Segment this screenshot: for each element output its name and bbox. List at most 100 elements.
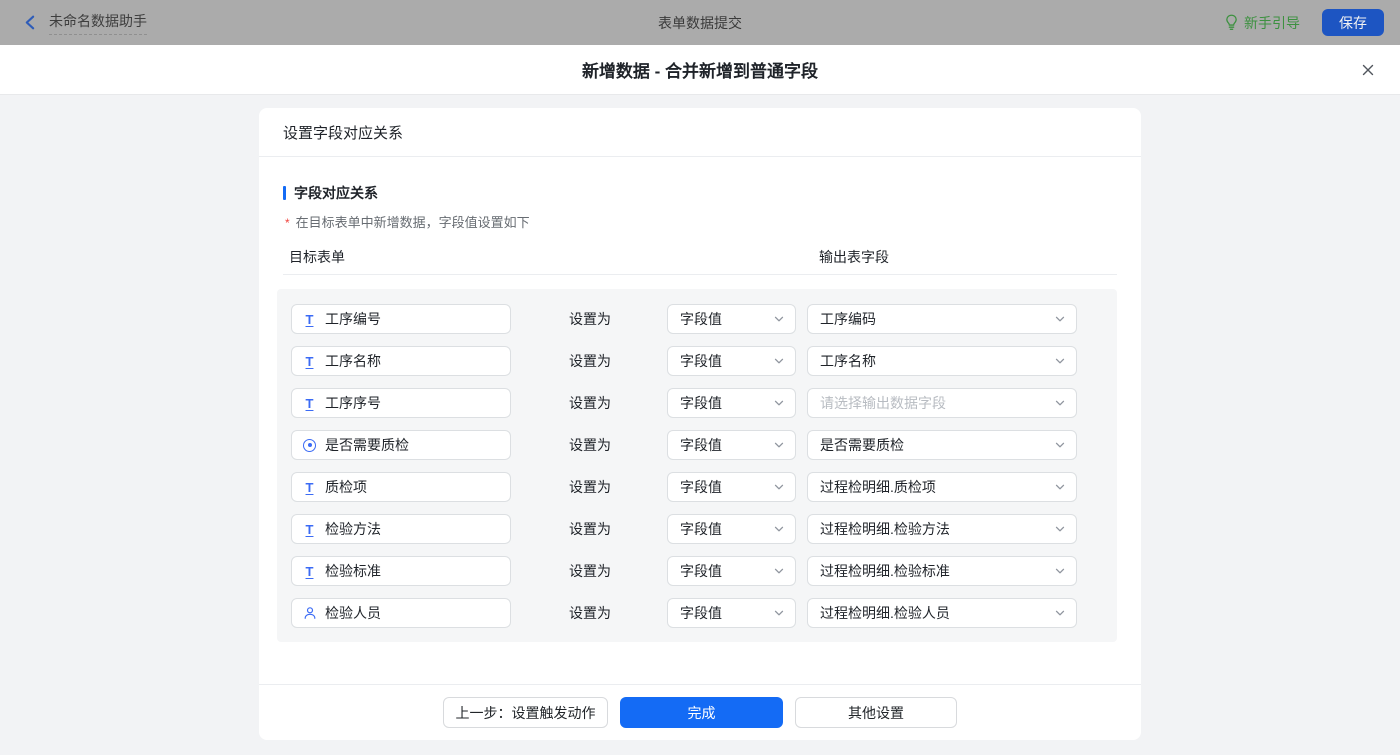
set-as-label: 设置为 xyxy=(569,603,625,623)
output-field-select[interactable]: 过程检明细.质检项 xyxy=(807,472,1077,502)
chevron-down-icon xyxy=(773,439,785,451)
text-field-icon: T xyxy=(302,523,317,536)
text-field-icon: T xyxy=(302,565,317,578)
section-note-text: 在目标表单中新增数据，字段值设置如下 xyxy=(296,212,530,231)
text-field-icon: T xyxy=(302,355,317,368)
mapping-rows-panel: T 工序编号 设置为 字段值 工序编码 T 工序名称 设置为 字段值 xyxy=(277,289,1117,642)
output-field-select[interactable]: 工序名称 xyxy=(807,346,1077,376)
set-as-label: 设置为 xyxy=(569,351,625,371)
mapping-row: T 工序名称 设置为 字段值 工序名称 xyxy=(277,346,1117,376)
assistant-name[interactable]: 未命名数据助手 xyxy=(49,11,147,35)
target-field-box[interactable]: 检验人员 xyxy=(291,598,511,628)
mapping-row: T 质检项 设置为 字段值 过程检明细.质检项 xyxy=(277,472,1117,502)
mapping-row: T 检验方法 设置为 字段值 过程检明细.检验方法 xyxy=(277,514,1117,544)
chevron-down-icon xyxy=(1054,481,1066,493)
column-header-output: 输出表字段 xyxy=(819,247,889,267)
chevron-down-icon xyxy=(773,523,785,535)
dialog-body: 设置字段对应关系 字段对应关系 * 在目标表单中新增数据，字段值设置如下 目标表… xyxy=(0,108,1400,755)
dialog-footer: 上一步：设置触发动作 完成 其他设置 xyxy=(259,684,1141,740)
lightbulb-icon xyxy=(1224,14,1239,31)
text-field-icon: T xyxy=(302,481,317,494)
done-button[interactable]: 完成 xyxy=(620,697,783,728)
page-title: 表单数据提交 xyxy=(0,13,1400,33)
section-title-label: 字段对应关系 xyxy=(294,183,378,203)
set-as-label: 设置为 xyxy=(569,309,625,329)
mapping-row: T 工序序号 设置为 字段值 请选择输出数据字段 xyxy=(277,388,1117,418)
output-field-value: 过程检明细.检验人员 xyxy=(820,603,1054,623)
top-bar: 未命名数据助手 表单数据提交 新手引导 保存 xyxy=(0,0,1400,45)
set-as-label: 设置为 xyxy=(569,435,625,455)
set-as-label: 设置为 xyxy=(569,561,625,581)
value-mode-value: 字段值 xyxy=(680,393,773,413)
field-mapping-card: 设置字段对应关系 字段对应关系 * 在目标表单中新增数据，字段值设置如下 目标表… xyxy=(259,108,1141,740)
value-mode-value: 字段值 xyxy=(680,309,773,329)
chevron-down-icon xyxy=(1054,607,1066,619)
mapping-row: T 工序编号 设置为 字段值 工序编码 xyxy=(277,304,1117,334)
target-field-label: 工序编号 xyxy=(325,309,381,329)
mapping-row: 检验人员 设置为 字段值 过程检明细.检验人员 xyxy=(277,598,1117,628)
target-field-box[interactable]: T 工序编号 xyxy=(291,304,511,334)
target-field-box[interactable]: T 检验标准 xyxy=(291,556,511,586)
output-field-select[interactable]: 请选择输出数据字段 xyxy=(807,388,1077,418)
chevron-down-icon xyxy=(1054,523,1066,535)
output-field-select[interactable]: 过程检明细.检验标准 xyxy=(807,556,1077,586)
value-mode-select[interactable]: 字段值 xyxy=(667,556,796,586)
value-mode-select[interactable]: 字段值 xyxy=(667,304,796,334)
back-button[interactable] xyxy=(22,14,39,31)
value-mode-select[interactable]: 字段值 xyxy=(667,514,796,544)
other-settings-button[interactable]: 其他设置 xyxy=(795,697,957,728)
target-field-box[interactable]: T 检验方法 xyxy=(291,514,511,544)
set-as-label: 设置为 xyxy=(569,519,625,539)
column-headers: 目标表单 输出表字段 xyxy=(283,247,1117,267)
mapping-row: T 检验标准 设置为 字段值 过程检明细.检验标准 xyxy=(277,556,1117,586)
chevron-down-icon xyxy=(773,313,785,325)
chevron-down-icon xyxy=(1054,397,1066,409)
required-asterisk: * xyxy=(285,216,290,230)
header-divider xyxy=(283,274,1117,275)
chevron-down-icon xyxy=(1054,313,1066,325)
previous-step-button[interactable]: 上一步：设置触发动作 xyxy=(443,697,608,728)
target-field-label: 工序序号 xyxy=(325,393,381,413)
value-mode-select[interactable]: 字段值 xyxy=(667,598,796,628)
card-header-title: 设置字段对应关系 xyxy=(259,108,1141,157)
target-field-label: 工序名称 xyxy=(325,351,381,371)
value-mode-select[interactable]: 字段值 xyxy=(667,388,796,418)
value-mode-value: 字段值 xyxy=(680,477,773,497)
value-mode-value: 字段值 xyxy=(680,351,773,371)
mapping-row: 是否需要质检 设置为 字段值 是否需要质检 xyxy=(277,430,1117,460)
target-field-box[interactable]: T 工序序号 xyxy=(291,388,511,418)
chevron-down-icon xyxy=(1054,565,1066,577)
output-field-select[interactable]: 工序编码 xyxy=(807,304,1077,334)
person-icon xyxy=(302,606,317,620)
beginner-guide-link[interactable]: 新手引导 xyxy=(1224,13,1300,33)
chevron-down-icon xyxy=(773,565,785,577)
target-field-label: 检验方法 xyxy=(325,519,381,539)
target-field-box[interactable]: T 工序名称 xyxy=(291,346,511,376)
chevron-down-icon xyxy=(1054,355,1066,367)
output-field-select[interactable]: 过程检明细.检验人员 xyxy=(807,598,1077,628)
target-field-box[interactable]: T 质检项 xyxy=(291,472,511,502)
set-as-label: 设置为 xyxy=(569,477,625,497)
output-field-select[interactable]: 是否需要质检 xyxy=(807,430,1077,460)
value-mode-select[interactable]: 字段值 xyxy=(667,472,796,502)
output-field-value: 过程检明细.质检项 xyxy=(820,477,1054,497)
value-mode-select[interactable]: 字段值 xyxy=(667,430,796,460)
value-mode-value: 字段值 xyxy=(680,561,773,581)
text-field-icon: T xyxy=(302,397,317,410)
output-field-select[interactable]: 过程检明细.检验方法 xyxy=(807,514,1077,544)
chevron-down-icon xyxy=(773,355,785,367)
chevron-left-icon xyxy=(22,14,39,31)
target-field-label: 检验人员 xyxy=(325,603,381,623)
value-mode-select[interactable]: 字段值 xyxy=(667,346,796,376)
section-accent-bar xyxy=(283,186,286,200)
chevron-down-icon xyxy=(773,481,785,493)
chevron-down-icon xyxy=(773,607,785,619)
radio-icon xyxy=(302,439,317,452)
column-header-target: 目标表单 xyxy=(289,247,345,267)
save-button[interactable]: 保存 xyxy=(1322,9,1384,36)
target-field-box[interactable]: 是否需要质检 xyxy=(291,430,511,460)
dialog-header: 新增数据 - 合并新增到普通字段 xyxy=(0,45,1400,95)
section-note: * 在目标表单中新增数据，字段值设置如下 xyxy=(283,212,1117,231)
close-icon[interactable] xyxy=(1360,62,1376,78)
text-field-icon: T xyxy=(302,313,317,326)
